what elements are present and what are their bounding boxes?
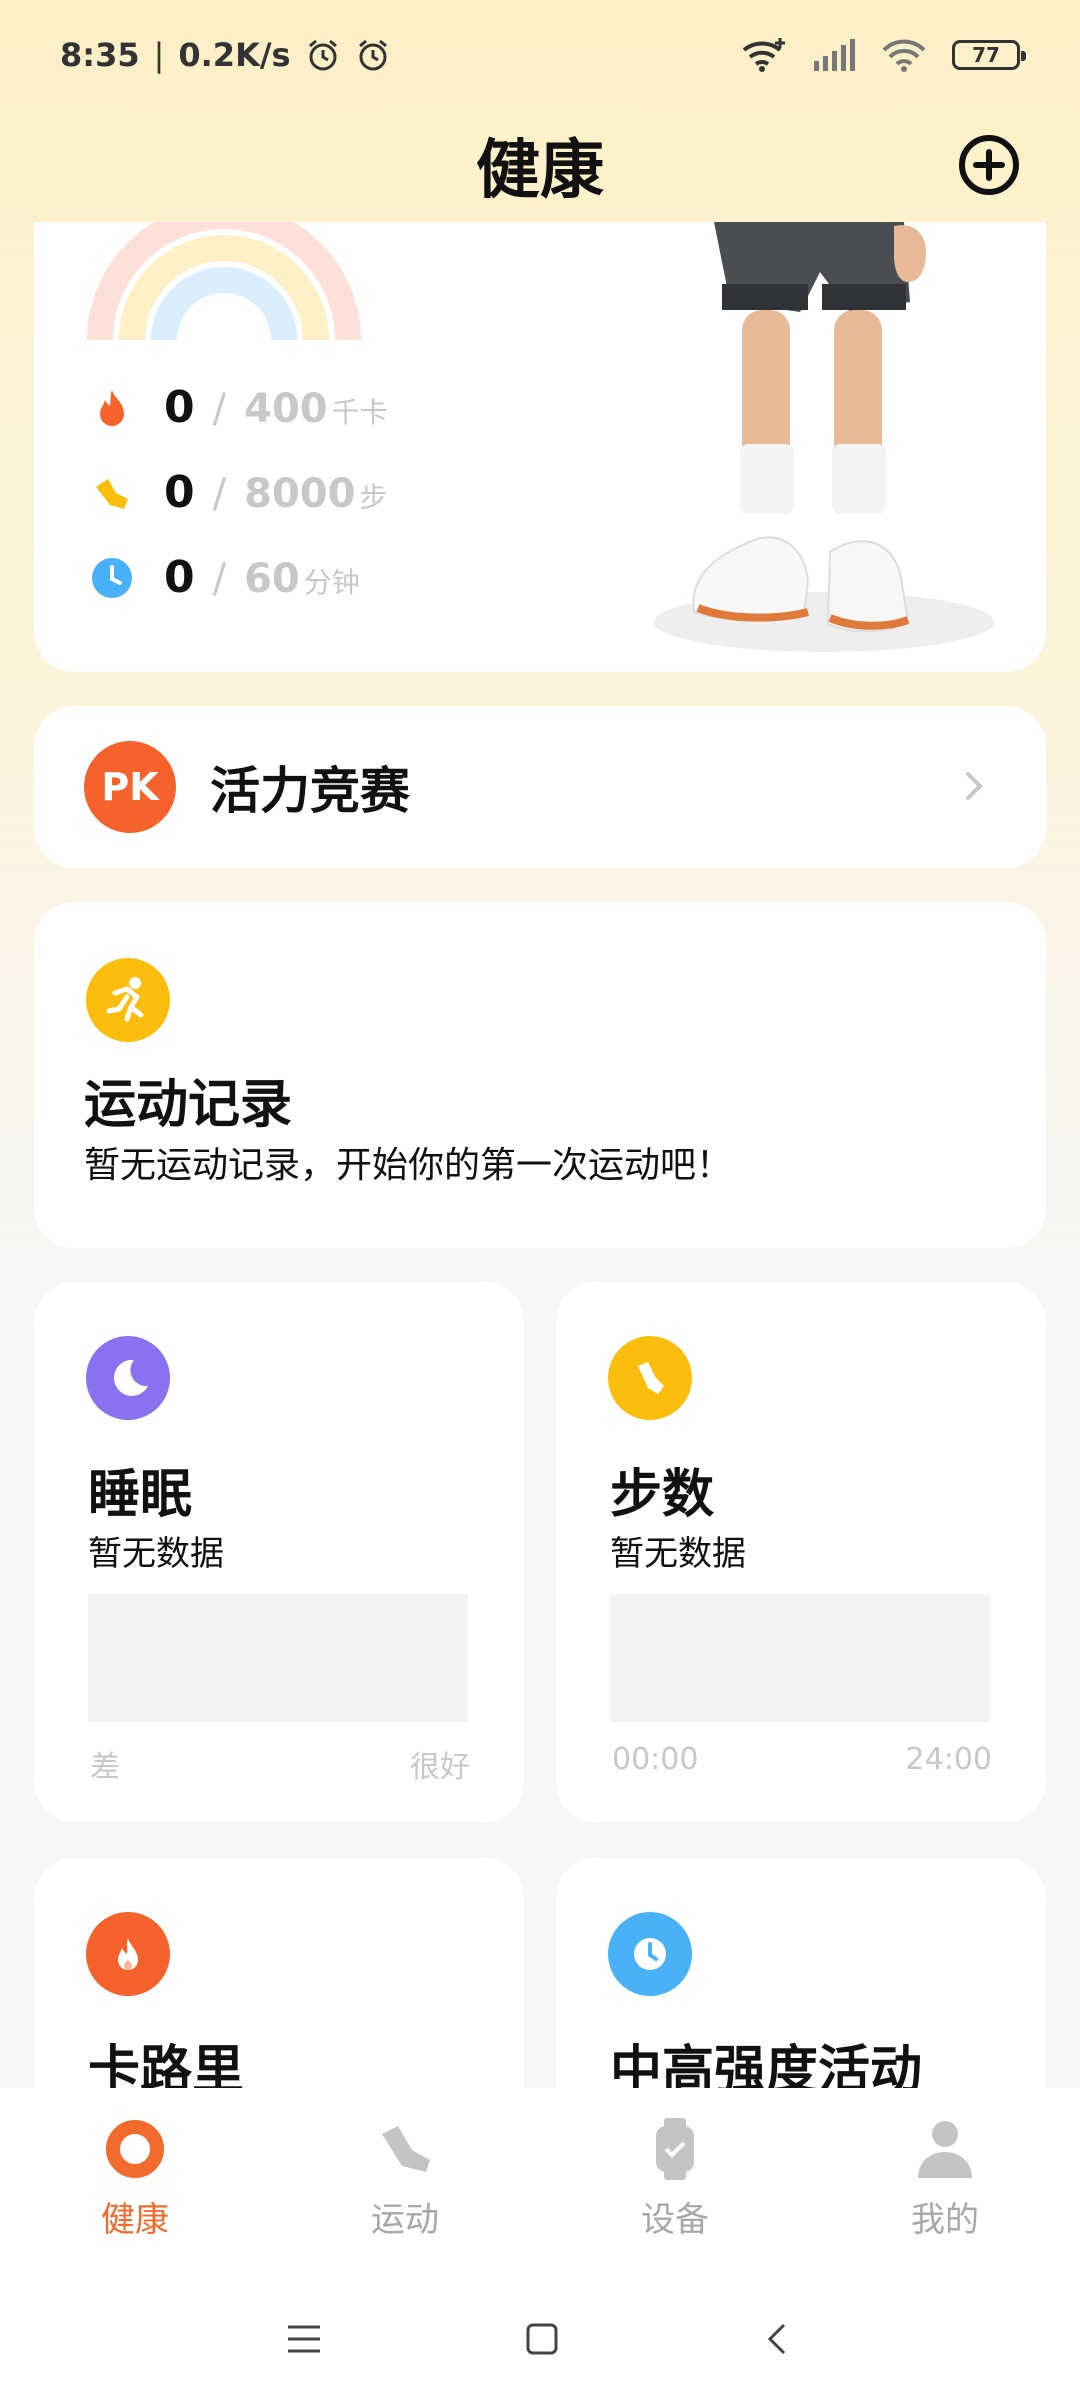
vitality-competition-card[interactable]: PK 活力竞赛	[34, 706, 1046, 868]
flame-icon	[100, 389, 124, 426]
signal-icon	[814, 39, 855, 71]
steps-card[interactable]: 步数 暂无数据 00:00 24:00	[556, 1282, 1046, 1822]
person-icon	[918, 2121, 972, 2178]
battery-indicator: 77	[952, 40, 1026, 70]
exercise-record-title: 运动记录	[84, 1075, 293, 1135]
health-ring-icon	[106, 2120, 164, 2178]
shoe-icon	[382, 2126, 430, 2172]
nav-item-exercise[interactable]: 运动	[270, 2088, 540, 2278]
title-bar: 健康	[0, 110, 1080, 220]
activity-summary-card[interactable]: 0 / 400 千卡 0 / 8000 步 0 / 60 分钟	[34, 222, 1046, 672]
menu-icon[interactable]	[284, 2321, 324, 2357]
clock-icon	[92, 557, 132, 598]
status-time: 8:35	[60, 36, 140, 74]
bottom-navigation: 健康 运动 设备 我的	[0, 2088, 1080, 2278]
minutes-stat: 0 / 60 分钟	[90, 552, 360, 603]
exercise-record-card[interactable]: 运动记录 暂无运动记录，开始你的第一次运动吧！	[34, 902, 1046, 1248]
exercise-record-subtitle: 暂无运动记录，开始你的第一次运动吧！	[84, 1145, 733, 1186]
sleep-subtitle: 暂无数据	[88, 1534, 224, 1574]
clock-icon	[608, 1912, 692, 1996]
running-icon	[86, 958, 170, 1042]
steps-axis-right: 24:00	[905, 1742, 992, 1777]
flame-icon	[86, 1912, 170, 1996]
nav-item-device[interactable]: 设备	[540, 2088, 810, 2278]
steps-stat: 0 / 8000 步	[90, 467, 387, 518]
add-icon[interactable]	[948, 124, 1030, 206]
system-navigation-bar	[0, 2278, 1080, 2400]
status-bar: 8:35 | 0.2K/s 77	[0, 0, 1080, 110]
wifi-icon	[742, 38, 785, 72]
pk-badge: PK	[84, 741, 176, 833]
nav-item-profile[interactable]: 我的	[810, 2088, 1080, 2278]
moon-icon	[86, 1336, 170, 1420]
watch-icon	[656, 2118, 694, 2180]
home-icon[interactable]	[524, 2321, 560, 2357]
back-icon[interactable]	[760, 2321, 796, 2357]
vitality-competition-label: 活力竞赛	[210, 762, 410, 820]
page-title: 健康	[476, 134, 604, 208]
shoe-icon	[608, 1336, 692, 1420]
sleep-axis-right: 很好	[410, 1750, 470, 1785]
steps-axis-left: 00:00	[612, 1742, 699, 1777]
character-illustration	[654, 222, 994, 652]
sleep-axis-left: 差	[90, 1750, 120, 1785]
sleep-chart-area	[88, 1594, 468, 1722]
shoe-icon	[96, 478, 128, 509]
network-speed: 0.2K/s	[178, 36, 291, 74]
wifi-icon	[882, 39, 926, 72]
steps-chart-area	[610, 1594, 990, 1722]
alarm-icon	[358, 39, 387, 71]
calories-stat: 0 / 400 千卡	[90, 382, 388, 433]
sleep-title: 睡眠	[88, 1465, 193, 1525]
activity-rings	[87, 222, 361, 342]
sleep-card[interactable]: 睡眠 暂无数据 差 很好	[34, 1282, 524, 1822]
alarm-icon	[308, 39, 337, 71]
chevron-right-icon	[966, 772, 983, 800]
nav-item-health[interactable]: 健康	[0, 2088, 270, 2278]
steps-title: 步数	[610, 1465, 715, 1525]
steps-subtitle: 暂无数据	[610, 1534, 746, 1574]
